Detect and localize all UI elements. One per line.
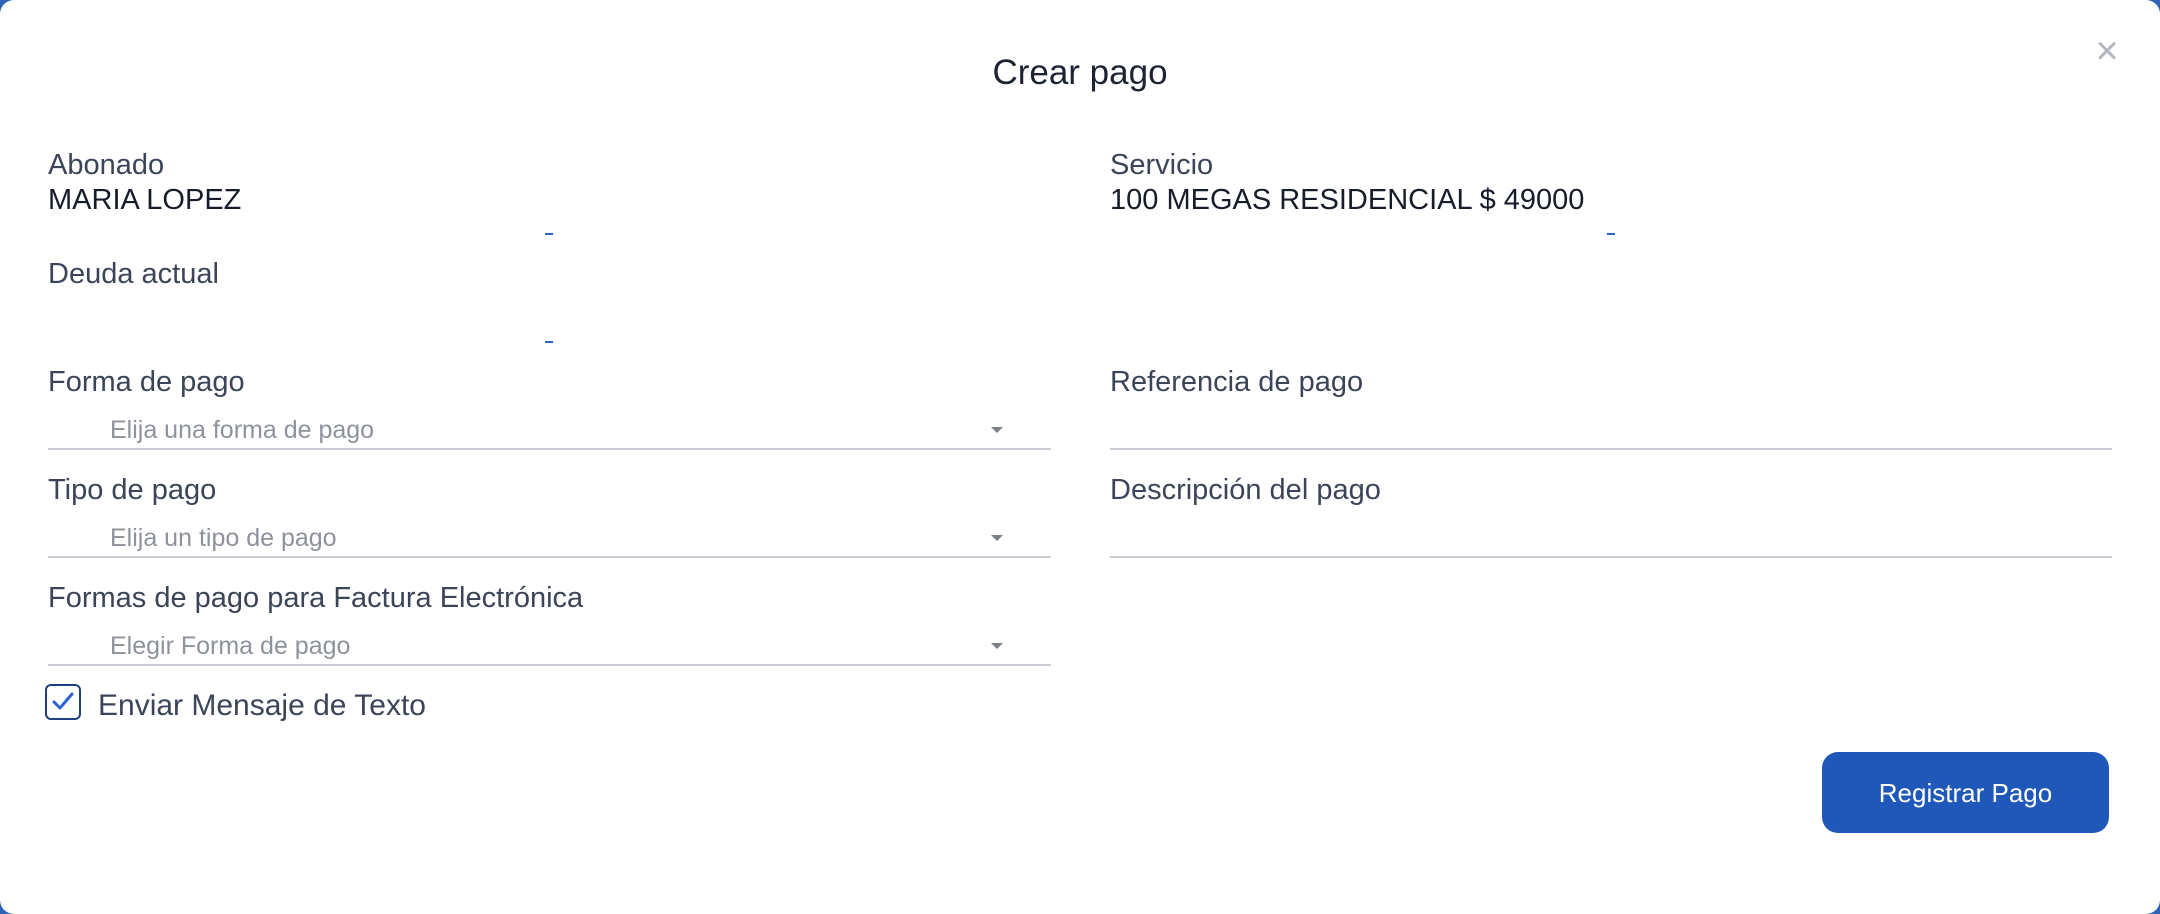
descripcion-input[interactable] xyxy=(1110,516,2112,558)
tipo-pago-label: Tipo de pago xyxy=(48,474,217,506)
chevron-down-icon xyxy=(991,643,1003,649)
forma-pago-select[interactable]: Elija una forma de pago xyxy=(48,408,1051,450)
chevron-down-icon xyxy=(991,427,1003,433)
forma-pago-placeholder: Elija una forma de pago xyxy=(110,416,375,444)
abonado-label: Abonado xyxy=(48,149,165,181)
create-payment-modal: Crear pago × Abonado MARIA LOPEZ Servici… xyxy=(0,0,2160,914)
deuda-label: Deuda actual xyxy=(48,258,219,290)
factura-placeholder: Elegir Forma de pago xyxy=(110,632,351,660)
tipo-pago-placeholder: Elija un tipo de pago xyxy=(110,524,337,552)
tipo-pago-select[interactable]: Elija un tipo de pago xyxy=(48,516,1051,558)
register-payment-button[interactable]: Registrar Pago xyxy=(1822,752,2109,833)
sms-checkbox[interactable] xyxy=(45,684,81,720)
checkmark-icon xyxy=(52,692,74,710)
deuda-dash xyxy=(545,341,553,343)
descripcion-label: Descripción del pago xyxy=(1110,474,1381,506)
referencia-input[interactable] xyxy=(1110,408,2112,450)
servicio-label: Servicio xyxy=(1110,149,1214,181)
sms-checkbox-label[interactable]: Enviar Mensaje de Texto xyxy=(98,688,426,724)
forma-pago-label: Forma de pago xyxy=(48,366,245,398)
factura-forma-pago-select[interactable]: Elegir Forma de pago xyxy=(48,624,1051,666)
modal-title: Crear pago xyxy=(992,53,1168,92)
factura-label: Formas de pago para Factura Electrónica xyxy=(48,582,584,614)
abonado-dash xyxy=(545,233,553,235)
referencia-label: Referencia de pago xyxy=(1110,366,1364,398)
servicio-dash xyxy=(1607,233,1615,235)
abonado-value: MARIA LOPEZ xyxy=(48,184,242,216)
close-icon[interactable]: × xyxy=(2092,31,2122,71)
servicio-value: 100 MEGAS RESIDENCIAL $ 49000 xyxy=(1110,184,1585,216)
chevron-down-icon xyxy=(991,535,1003,541)
